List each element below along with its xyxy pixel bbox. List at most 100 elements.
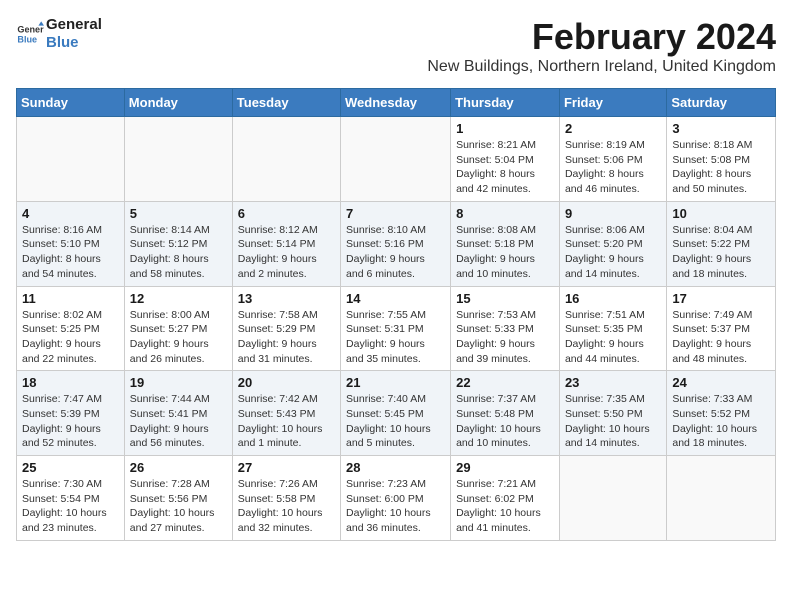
title-section: February 2024 New Buildings, Northern Ir…: [427, 16, 776, 76]
calendar-cell: 29 Sunrise: 7:21 AM Sunset: 6:02 PM Dayli…: [451, 456, 560, 541]
day-number: 29: [456, 460, 554, 475]
day-info: Sunrise: 8:14 AM Sunset: 5:12 PM Dayligh…: [130, 223, 227, 282]
weekday-header-wednesday: Wednesday: [341, 89, 451, 117]
weekday-header-tuesday: Tuesday: [232, 89, 340, 117]
calendar-cell: 3Sunrise: 8:18 AM Sunset: 5:08 PM Daylig…: [667, 117, 776, 202]
day-info: Sunrise: 7:30 AM Sunset: 5:54 PM Dayligh…: [22, 477, 119, 536]
calendar-cell: 24Sunrise: 7:33 AM Sunset: 5:52 PM Dayli…: [667, 371, 776, 456]
day-info: Sunrise: 7:55 AM Sunset: 5:31 PM Dayligh…: [346, 308, 445, 367]
calendar-body: 1 Sunrise: 8:21 AM Sunset: 5:04 PM Daylig…: [17, 117, 776, 541]
day-info: Sunrise: 7:47 AM Sunset: 5:39 PM Dayligh…: [22, 392, 119, 451]
day-info: Sunrise: 8:04 AM Sunset: 5:22 PM Dayligh…: [672, 223, 770, 282]
day-info: Sunrise: 8:02 AM Sunset: 5:25 PM Dayligh…: [22, 308, 119, 367]
calendar-cell: 18 Sunrise: 7:47 AM Sunset: 5:39 PM Dayli…: [17, 371, 125, 456]
day-info: Sunrise: 7:23 AM Sunset: 6:00 PM Dayligh…: [346, 477, 445, 536]
day-number: 28: [346, 460, 445, 475]
calendar-cell: [17, 117, 125, 202]
day-info: Sunrise: 8:12 AM Sunset: 5:14 PM Dayligh…: [238, 223, 335, 282]
day-info: Sunrise: 7:28 AM Sunset: 5:56 PM Dayligh…: [130, 477, 227, 536]
calendar-cell: [667, 456, 776, 541]
day-number: 4: [22, 206, 119, 221]
day-info: Sunrise: 7:53 AM Sunset: 5:33 PM Dayligh…: [456, 308, 554, 367]
calendar-cell: 6 Sunrise: 8:12 AM Sunset: 5:14 PM Daylig…: [232, 201, 340, 286]
day-number: 22: [456, 375, 554, 390]
day-info: Sunrise: 8:00 AM Sunset: 5:27 PM Dayligh…: [130, 308, 227, 367]
logo: General Blue General Blue: [16, 16, 102, 52]
day-info: Sunrise: 7:35 AM Sunset: 5:50 PM Dayligh…: [565, 392, 661, 451]
day-info: Sunrise: 7:42 AM Sunset: 5:43 PM Dayligh…: [238, 392, 335, 451]
generalblue-logo-icon: General Blue: [16, 20, 44, 48]
day-number: 16: [565, 291, 661, 306]
calendar-subtitle: New Buildings, Northern Ireland, United …: [427, 58, 776, 76]
svg-text:Blue: Blue: [17, 34, 37, 44]
day-number: 14: [346, 291, 445, 306]
day-info: Sunrise: 8:21 AM Sunset: 5:04 PM Dayligh…: [456, 138, 554, 197]
day-number: 1: [456, 121, 554, 136]
day-number: 19: [130, 375, 227, 390]
calendar-cell: 12 Sunrise: 8:00 AM Sunset: 5:27 PM Dayli…: [124, 286, 232, 371]
day-info: Sunrise: 8:08 AM Sunset: 5:18 PM Dayligh…: [456, 223, 554, 282]
calendar-week-2: 4 Sunrise: 8:16 AM Sunset: 5:10 PM Daylig…: [17, 201, 776, 286]
calendar-week-1: 1 Sunrise: 8:21 AM Sunset: 5:04 PM Daylig…: [17, 117, 776, 202]
calendar-cell: 26 Sunrise: 7:28 AM Sunset: 5:56 PM Dayli…: [124, 456, 232, 541]
calendar-cell: 28 Sunrise: 7:23 AM Sunset: 6:00 PM Dayli…: [341, 456, 451, 541]
weekday-header-friday: Friday: [559, 89, 666, 117]
calendar-cell: 22 Sunrise: 7:37 AM Sunset: 5:48 PM Dayli…: [451, 371, 560, 456]
calendar-cell: 7Sunrise: 8:10 AM Sunset: 5:16 PM Daylig…: [341, 201, 451, 286]
calendar-cell: [124, 117, 232, 202]
day-number: 18: [22, 375, 119, 390]
day-number: 13: [238, 291, 335, 306]
day-number: 26: [130, 460, 227, 475]
day-info: Sunrise: 8:19 AM Sunset: 5:06 PM Dayligh…: [565, 138, 661, 197]
calendar-cell: 21 Sunrise: 7:40 AM Sunset: 5:45 PM Dayli…: [341, 371, 451, 456]
day-info: Sunrise: 8:06 AM Sunset: 5:20 PM Dayligh…: [565, 223, 661, 282]
calendar-title: February 2024: [427, 16, 776, 58]
day-info: Sunrise: 7:44 AM Sunset: 5:41 PM Dayligh…: [130, 392, 227, 451]
svg-text:General: General: [17, 25, 44, 35]
calendar-cell: 5 Sunrise: 8:14 AM Sunset: 5:12 PM Daylig…: [124, 201, 232, 286]
calendar-cell: 13Sunrise: 7:58 AM Sunset: 5:29 PM Dayli…: [232, 286, 340, 371]
day-info: Sunrise: 7:51 AM Sunset: 5:35 PM Dayligh…: [565, 308, 661, 367]
calendar-cell: 4 Sunrise: 8:16 AM Sunset: 5:10 PM Daylig…: [17, 201, 125, 286]
weekday-header-sunday: Sunday: [17, 89, 125, 117]
day-info: Sunrise: 7:21 AM Sunset: 6:02 PM Dayligh…: [456, 477, 554, 536]
day-info: Sunrise: 7:49 AM Sunset: 5:37 PM Dayligh…: [672, 308, 770, 367]
day-number: 10: [672, 206, 770, 221]
calendar-cell: 11Sunrise: 8:02 AM Sunset: 5:25 PM Dayli…: [17, 286, 125, 371]
calendar-week-4: 18 Sunrise: 7:47 AM Sunset: 5:39 PM Dayli…: [17, 371, 776, 456]
calendar-cell: 2 Sunrise: 8:19 AM Sunset: 5:06 PM Daylig…: [559, 117, 666, 202]
day-info: Sunrise: 7:26 AM Sunset: 5:58 PM Dayligh…: [238, 477, 335, 536]
page-header: General Blue General Blue February 2024 …: [16, 16, 776, 80]
day-info: Sunrise: 7:33 AM Sunset: 5:52 PM Dayligh…: [672, 392, 770, 451]
calendar-cell: 10 Sunrise: 8:04 AM Sunset: 5:22 PM Dayli…: [667, 201, 776, 286]
day-number: 12: [130, 291, 227, 306]
day-number: 6: [238, 206, 335, 221]
weekday-header-thursday: Thursday: [451, 89, 560, 117]
weekday-header-saturday: Saturday: [667, 89, 776, 117]
day-number: 15: [456, 291, 554, 306]
calendar-cell: [341, 117, 451, 202]
day-number: 20: [238, 375, 335, 390]
calendar-cell: 16 Sunrise: 7:51 AM Sunset: 5:35 PM Dayli…: [559, 286, 666, 371]
day-info: Sunrise: 7:37 AM Sunset: 5:48 PM Dayligh…: [456, 392, 554, 451]
day-number: 21: [346, 375, 445, 390]
weekday-header-row: SundayMondayTuesdayWednesdayThursdayFrid…: [17, 89, 776, 117]
calendar-cell: 20 Sunrise: 7:42 AM Sunset: 5:43 PM Dayli…: [232, 371, 340, 456]
calendar-cell: 14 Sunrise: 7:55 AM Sunset: 5:31 PM Dayli…: [341, 286, 451, 371]
day-number: 5: [130, 206, 227, 221]
day-number: 8: [456, 206, 554, 221]
day-number: 17: [672, 291, 770, 306]
calendar-cell: 9 Sunrise: 8:06 AM Sunset: 5:20 PM Daylig…: [559, 201, 666, 286]
day-number: 9: [565, 206, 661, 221]
day-info: Sunrise: 8:16 AM Sunset: 5:10 PM Dayligh…: [22, 223, 119, 282]
day-number: 25: [22, 460, 119, 475]
day-info: Sunrise: 7:40 AM Sunset: 5:45 PM Dayligh…: [346, 392, 445, 451]
logo-line1: General: [46, 16, 102, 34]
weekday-header-monday: Monday: [124, 89, 232, 117]
day-number: 2: [565, 121, 661, 136]
calendar-week-3: 11Sunrise: 8:02 AM Sunset: 5:25 PM Dayli…: [17, 286, 776, 371]
calendar-cell: 23Sunrise: 7:35 AM Sunset: 5:50 PM Dayli…: [559, 371, 666, 456]
calendar-cell: 15 Sunrise: 7:53 AM Sunset: 5:33 PM Dayli…: [451, 286, 560, 371]
day-info: Sunrise: 8:10 AM Sunset: 5:16 PM Dayligh…: [346, 223, 445, 282]
calendar-cell: 8 Sunrise: 8:08 AM Sunset: 5:18 PM Daylig…: [451, 201, 560, 286]
